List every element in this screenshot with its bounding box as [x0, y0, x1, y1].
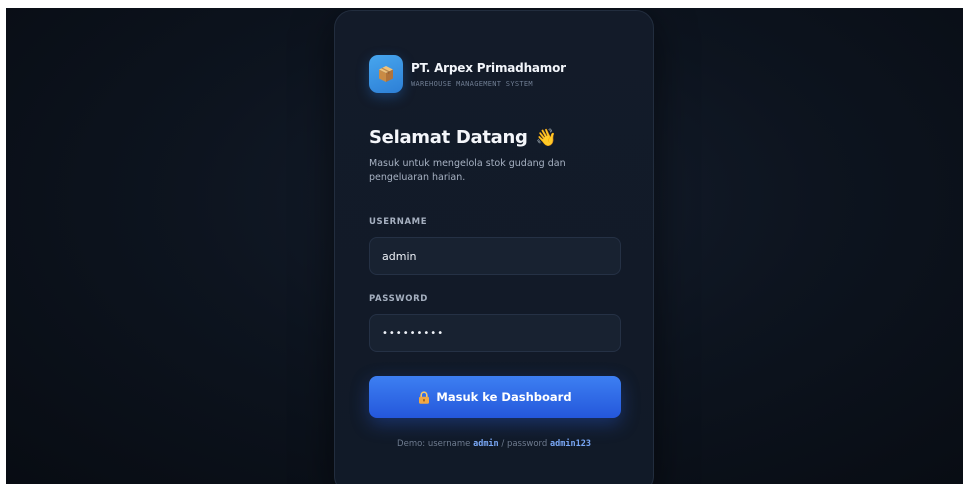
login-button-label: Masuk ke Dashboard [436, 390, 572, 404]
demo-username: admin [473, 439, 499, 449]
demo-prefix: Demo: username [397, 439, 471, 449]
package-box-icon [369, 55, 403, 93]
waving-hand-icon: 👋 [535, 127, 557, 148]
username-input[interactable] [369, 237, 621, 275]
demo-password: admin123 [550, 439, 591, 449]
username-label: USERNAME [369, 217, 428, 227]
password-input[interactable] [369, 314, 621, 352]
password-label: PASSWORD [369, 294, 428, 304]
page-background: PT. Arpex Primadhamor WAREHOUSE MANAGEME… [6, 8, 963, 484]
system-subtitle: WAREHOUSE MANAGEMENT SYSTEM [411, 79, 533, 88]
welcome-heading: Selamat Datang 👋 [369, 127, 557, 148]
company-name: PT. Arpex Primadhamor [411, 60, 566, 75]
welcome-subtitle: Masuk untuk mengelola stok gudang dan pe… [369, 158, 566, 183]
lock-icon [418, 390, 430, 404]
welcome-title: Selamat Datang [369, 127, 528, 148]
brand-header: PT. Arpex Primadhamor WAREHOUSE MANAGEME… [369, 55, 566, 93]
lock-svg [419, 390, 430, 404]
package-box-svg [379, 66, 393, 82]
login-button[interactable]: Masuk ke Dashboard [369, 376, 621, 418]
login-card: PT. Arpex Primadhamor WAREHOUSE MANAGEME… [334, 10, 654, 484]
brand-text: PT. Arpex Primadhamor WAREHOUSE MANAGEME… [411, 60, 566, 89]
demo-credentials: Demo: username admin / password admin123 [335, 439, 653, 449]
demo-separator: / password [501, 439, 548, 449]
